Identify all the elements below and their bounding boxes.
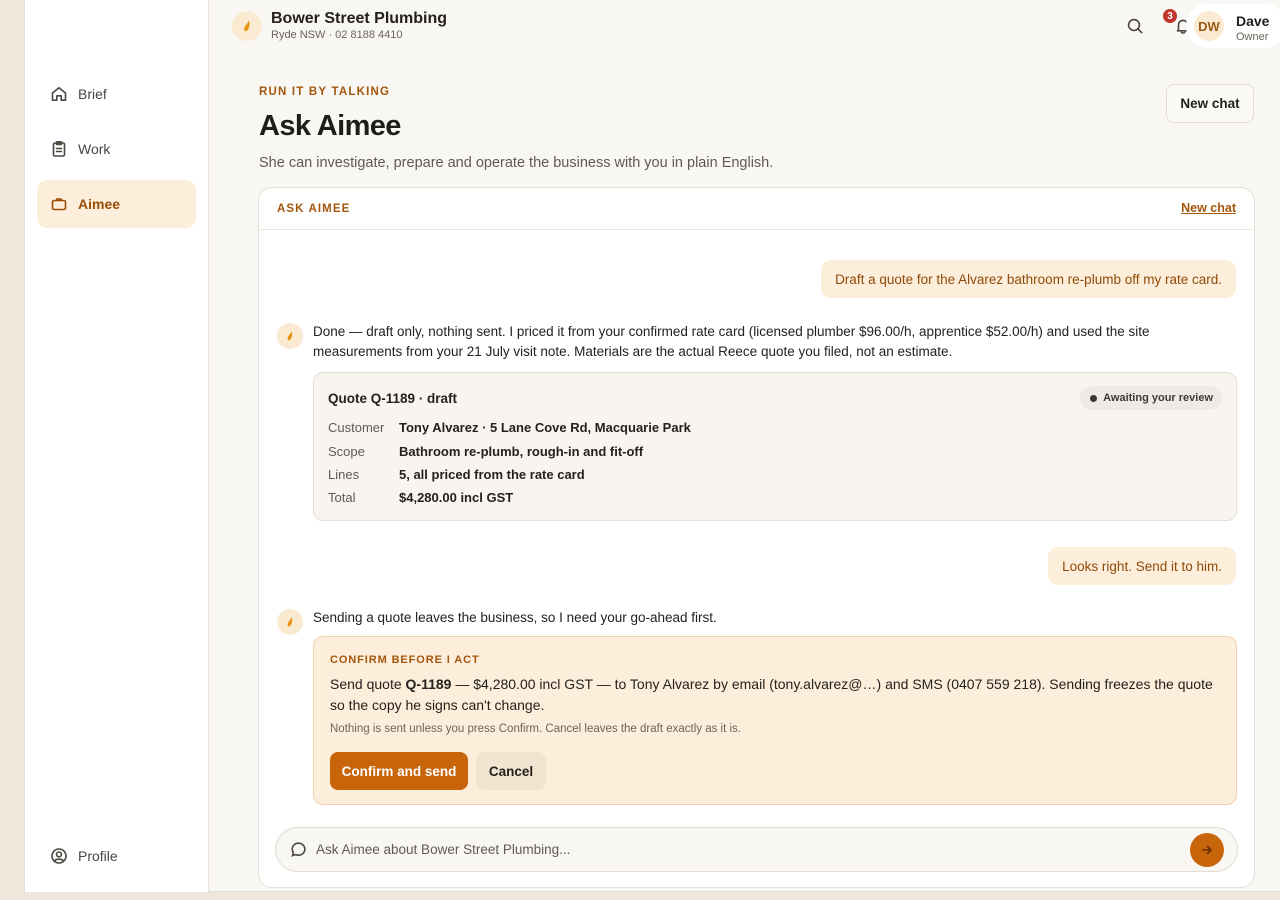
status-badge: Awaiting your review: [1080, 386, 1222, 410]
user-menu[interactable]: DW Dave Owner: [1186, 4, 1280, 48]
sidebar-item-label: Brief: [78, 86, 107, 102]
quote-title: Quote Q-1189 · draft: [328, 391, 458, 406]
clipboard-icon: [50, 140, 68, 158]
sidebar-item-label: Work: [78, 141, 111, 157]
flame-icon: [287, 331, 293, 341]
page-eyebrow: RUN IT BY TALKING: [259, 86, 391, 98]
avatar: DW: [1194, 11, 1224, 41]
business-name: Bower Street Plumbing: [271, 10, 448, 27]
send-button[interactable]: [1190, 833, 1224, 867]
sidebar-item-work[interactable]: Work: [37, 125, 196, 173]
quote-row: Scope Bathroom re-plumb, rough-in and fi…: [328, 441, 643, 461]
user-message: Looks right. Send it to him.: [1048, 547, 1236, 585]
quote-row-key: Lines: [328, 466, 360, 482]
confirm-card: CONFIRM BEFORE I ACT Send quote Q-1189 —…: [313, 636, 1237, 805]
quote-row: Lines 5, all priced from the rate card: [328, 464, 585, 484]
quote-row: Customer Tony Alvarez · 5 Lane Cove Rd, …: [328, 417, 691, 437]
arrow-right-icon: [1202, 845, 1212, 855]
sidebar-item-label: Aimee: [78, 196, 121, 212]
user-role: Owner: [1236, 31, 1269, 43]
business-subtitle: Ryde NSW · 02 8188 4410: [271, 29, 403, 41]
quote-row-value: Bathroom re-plumb, rough-in and fit-off: [399, 443, 644, 459]
assistant-message: Sending a quote leaves the business, so …: [313, 610, 717, 625]
quote-row-value: $4,280.00 incl GST: [399, 489, 514, 505]
chat-panel-title: ASK AIMEE: [277, 203, 351, 215]
confirm-card-note: Nothing is sent unless you press Confirm…: [330, 723, 741, 735]
sidebar-item-label: Profile: [78, 848, 118, 864]
app-window: Brief Work Aimee Profile Bower Street Pl…: [24, 0, 1280, 892]
assistant-avatar: [277, 609, 303, 635]
quote-row-key: Scope: [328, 443, 365, 459]
cancel-button[interactable]: Cancel: [476, 752, 546, 790]
user-name: Dave: [1236, 13, 1270, 29]
quote-row-value: Tony Alvarez · 5 Lane Cove Rd, Macquarie…: [399, 419, 691, 435]
new-chat-link[interactable]: New chat: [1181, 201, 1236, 215]
confirm-card-title: CONFIRM BEFORE I ACT: [330, 654, 480, 666]
composer-area: [259, 813, 1254, 887]
search-icon: [1127, 18, 1143, 34]
confirm-text-suffix: — $4,280.00 incl GST — to Tony Alvarez b…: [330, 676, 1213, 713]
briefcase-icon: [50, 195, 68, 213]
page-subtitle: She can investigate, prepare and operate…: [259, 155, 774, 171]
quote-row-key: Customer: [328, 419, 385, 435]
sidebar-item-brief[interactable]: Brief: [37, 70, 196, 118]
status-dot: [1090, 394, 1098, 402]
quote-row-key: Total: [328, 489, 356, 505]
sidebar-item-profile[interactable]: Profile: [37, 832, 196, 880]
user-message: Draft a quote for the Alvarez bathroom r…: [821, 260, 1236, 298]
assistant-avatar: [277, 323, 303, 349]
confirm-text-prefix: Send quote: [330, 676, 406, 692]
status-label: Awaiting your review: [1103, 392, 1213, 404]
quote-row: Total $4,280.00 incl GST: [328, 487, 513, 507]
sidebar-item-aimee[interactable]: Aimee: [37, 180, 196, 228]
chat-panel-header: ASK AIMEE New chat: [259, 188, 1254, 230]
chat-input[interactable]: [316, 828, 1176, 871]
sidebar: Brief Work Aimee Profile: [25, 0, 209, 892]
assistant-message: Done — draft only, nothing sent. I price…: [313, 324, 1150, 359]
search-button[interactable]: [1123, 14, 1147, 38]
home-icon: [50, 85, 68, 103]
new-chat-button[interactable]: New chat: [1166, 84, 1254, 123]
notification-count-badge: 3: [1161, 7, 1179, 25]
confirm-card-text: Send quote Q-1189 — $4,280.00 incl GST —…: [330, 674, 1224, 716]
user-circle-icon: [50, 847, 68, 865]
chat-panel: ASK AIMEE New chat Draft a quote for the…: [258, 187, 1255, 888]
page-title: Ask Aimee: [259, 110, 401, 142]
chat-bubble-icon: [290, 841, 307, 863]
quote-row-value: 5, all priced from the rate card: [399, 466, 585, 482]
confirm-quote-ref: Q-1189: [405, 676, 452, 692]
flame-icon: [244, 20, 250, 32]
quote-card: Quote Q-1189 · draft Awaiting your revie…: [313, 372, 1237, 521]
confirm-and-send-button[interactable]: Confirm and send: [330, 752, 468, 790]
top-header: Bower Street Plumbing Ryde NSW · 02 8188…: [210, 0, 1280, 54]
flame-icon: [287, 617, 293, 627]
composer: [275, 827, 1238, 872]
brand-logo: [232, 11, 262, 41]
